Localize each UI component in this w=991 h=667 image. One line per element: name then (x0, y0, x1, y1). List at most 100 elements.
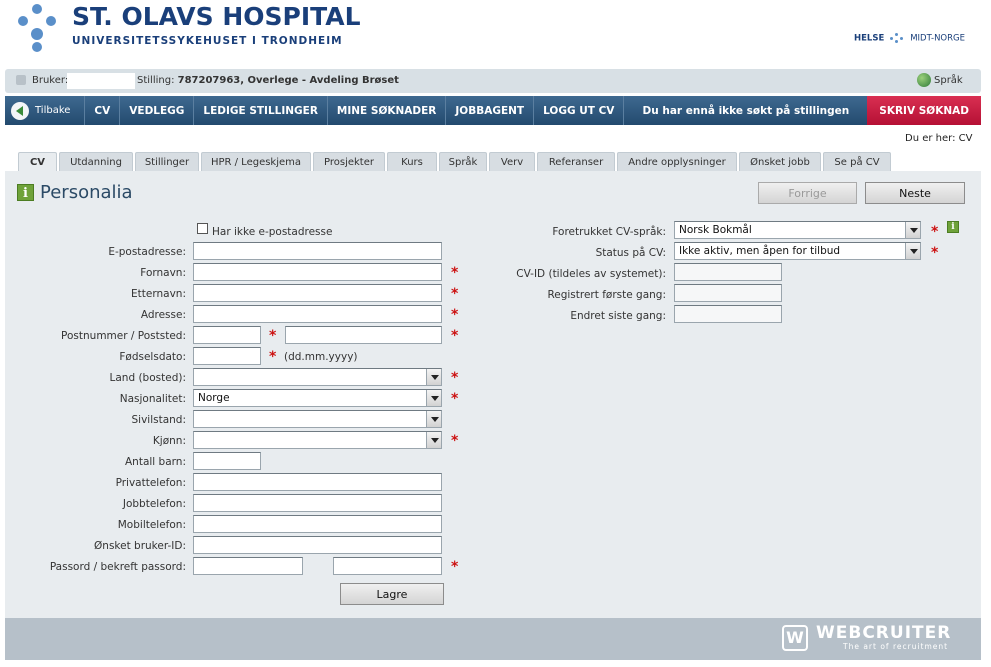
required-marker: * (451, 370, 459, 386)
cv-tabs: CV Utdanning Stillinger HPR / Legeskjema… (18, 152, 893, 171)
chevron-down-icon (426, 369, 441, 385)
cv-language-value: Norsk Bokmål (679, 224, 752, 236)
previous-button[interactable]: Forrige (758, 182, 857, 204)
mobile-field[interactable] (193, 515, 442, 533)
required-marker: * (451, 433, 459, 449)
nav-logg-ut-cv[interactable]: LOGG UT CV (534, 96, 625, 125)
chevron-down-icon (426, 411, 441, 427)
work-phone-label: Jobbtelefon: (122, 498, 186, 510)
chevron-down-icon (426, 432, 441, 448)
changed-field (674, 305, 782, 323)
info-icon[interactable]: i (947, 221, 959, 233)
partner-right-text: MIDT-NORGE (910, 33, 965, 44)
cv-id-label: CV-ID (tildeles av systemet): (516, 268, 666, 280)
birth-date-hint: (dd.mm.yyyy) (284, 351, 358, 363)
position-value: 787207963, Overlege - Avdeling Brøset (177, 75, 399, 86)
birth-date-field[interactable] (193, 347, 261, 365)
webcruiter-brand: WEBCRUITER (816, 623, 952, 643)
cv-language-select[interactable]: Norsk Bokmål (674, 221, 921, 239)
tab-referanser[interactable]: Referanser (537, 152, 615, 171)
work-phone-field[interactable] (193, 494, 442, 512)
write-application-button[interactable]: SKRIV SØKNAD (867, 96, 981, 125)
tab-se-pa-cv[interactable]: Se på CV (823, 152, 891, 171)
nav-cv[interactable]: CV (85, 96, 121, 125)
required-marker: * (451, 286, 459, 302)
first-name-field[interactable] (193, 263, 442, 281)
tab-kurs[interactable]: Kurs (387, 152, 437, 171)
next-button[interactable]: Neste (865, 182, 965, 204)
cv-status-value: Ikke aktiv, men åpen for tilbud (679, 245, 841, 257)
language-selector[interactable]: Språk (917, 73, 963, 87)
password-label: Passord / bekreft passord: (49, 561, 186, 573)
birth-date-label: Fødselsdato: (119, 351, 186, 363)
country-label: Land (bosted): (109, 372, 186, 384)
user-bar: Bruker: Stilling: 787207963, Overlege - … (5, 69, 981, 93)
partner-left-text: HELSE (854, 33, 885, 44)
page-title: Personalia (40, 182, 133, 203)
back-arrow-icon (11, 101, 29, 120)
no-email-label: Har ikke e-postadresse (212, 226, 333, 238)
header: ST. OLAVS HOSPITAL UNIVERSITETSSYKEHUSET… (0, 0, 991, 68)
postal-label: Postnummer / Poststed: (61, 330, 186, 342)
registered-field (674, 284, 782, 302)
back-button[interactable]: Tilbake (5, 96, 86, 125)
user-id-field[interactable] (193, 536, 442, 554)
last-name-label: Etternavn: (131, 288, 186, 300)
children-label: Antall barn: (125, 456, 186, 468)
required-marker: * (451, 559, 459, 575)
cv-status-select[interactable]: Ikke aktiv, men åpen for tilbud (674, 242, 921, 260)
position-label: Stilling: (137, 75, 175, 86)
helse-midt-norge-logo: HELSE MIDT-NORGE (854, 33, 965, 44)
password-field[interactable] (193, 557, 303, 575)
save-button[interactable]: Lagre (340, 583, 444, 605)
nav-jobbagent[interactable]: JOBBAGENT (446, 96, 535, 125)
nav-ledige-stillinger[interactable]: LEDIGE STILLINGER (194, 96, 328, 125)
tab-cv[interactable]: CV (18, 152, 57, 171)
back-label: Tilbake (35, 105, 71, 116)
tab-verv[interactable]: Verv (489, 152, 535, 171)
nationality-value: Norge (198, 392, 230, 404)
user-icon (16, 75, 26, 85)
gender-select[interactable] (193, 431, 442, 449)
country-select[interactable] (193, 368, 442, 386)
language-label: Språk (934, 75, 963, 86)
children-field[interactable] (193, 452, 261, 470)
email-label: E-postadresse: (108, 246, 186, 258)
nav-mine-soknader[interactable]: MINE SØKNADER (328, 96, 447, 125)
postal-code-field[interactable] (193, 326, 261, 344)
confirm-password-field[interactable] (333, 557, 442, 575)
required-marker: * (451, 391, 459, 407)
postal-place-field[interactable] (285, 326, 442, 344)
address-field[interactable] (193, 305, 442, 323)
required-marker: * (931, 224, 939, 240)
main-nav: Tilbake CV VEDLEGG LEDIGE STILLINGER MIN… (5, 96, 981, 125)
required-marker: * (451, 307, 459, 323)
private-phone-field[interactable] (193, 473, 442, 491)
required-marker: * (931, 245, 939, 261)
last-name-field[interactable] (193, 284, 442, 302)
cv-language-label: Foretrukket CV-språk: (552, 226, 666, 238)
nationality-select[interactable]: Norge (193, 389, 442, 407)
tab-andre-opplysninger[interactable]: Andre opplysninger (617, 152, 737, 171)
nav-vedlegg[interactable]: VEDLEGG (120, 96, 195, 125)
tab-hpr-legeskjema[interactable]: HPR / Legeskjema (201, 152, 311, 171)
application-status: Du har ennå ikke søkt på stillingen (642, 104, 850, 117)
position-info: Stilling: 787207963, Overlege - Avdeling… (137, 75, 399, 86)
tab-stillinger[interactable]: Stillinger (135, 152, 199, 171)
tab-sprak[interactable]: Språk (439, 152, 487, 171)
user-label: Bruker: (32, 75, 69, 86)
private-phone-label: Privattelefon: (115, 477, 186, 489)
nationality-label: Nasjonalitet: (119, 393, 186, 405)
address-label: Adresse: (140, 309, 186, 321)
civil-status-select[interactable] (193, 410, 442, 428)
tab-prosjekter[interactable]: Prosjekter (313, 152, 385, 171)
tab-onsket-jobb[interactable]: Ønsket jobb (739, 152, 821, 171)
required-marker: * (269, 349, 277, 365)
no-email-checkbox[interactable] (197, 223, 208, 234)
changed-label: Endret siste gang: (570, 310, 666, 322)
globe-icon (917, 73, 931, 87)
hospital-subtitle: UNIVERSITETSSYKEHUSET I TRONDHEIM (72, 35, 343, 47)
email-field[interactable] (193, 242, 442, 260)
gender-label: Kjønn: (152, 435, 186, 447)
tab-utdanning[interactable]: Utdanning (59, 152, 133, 171)
